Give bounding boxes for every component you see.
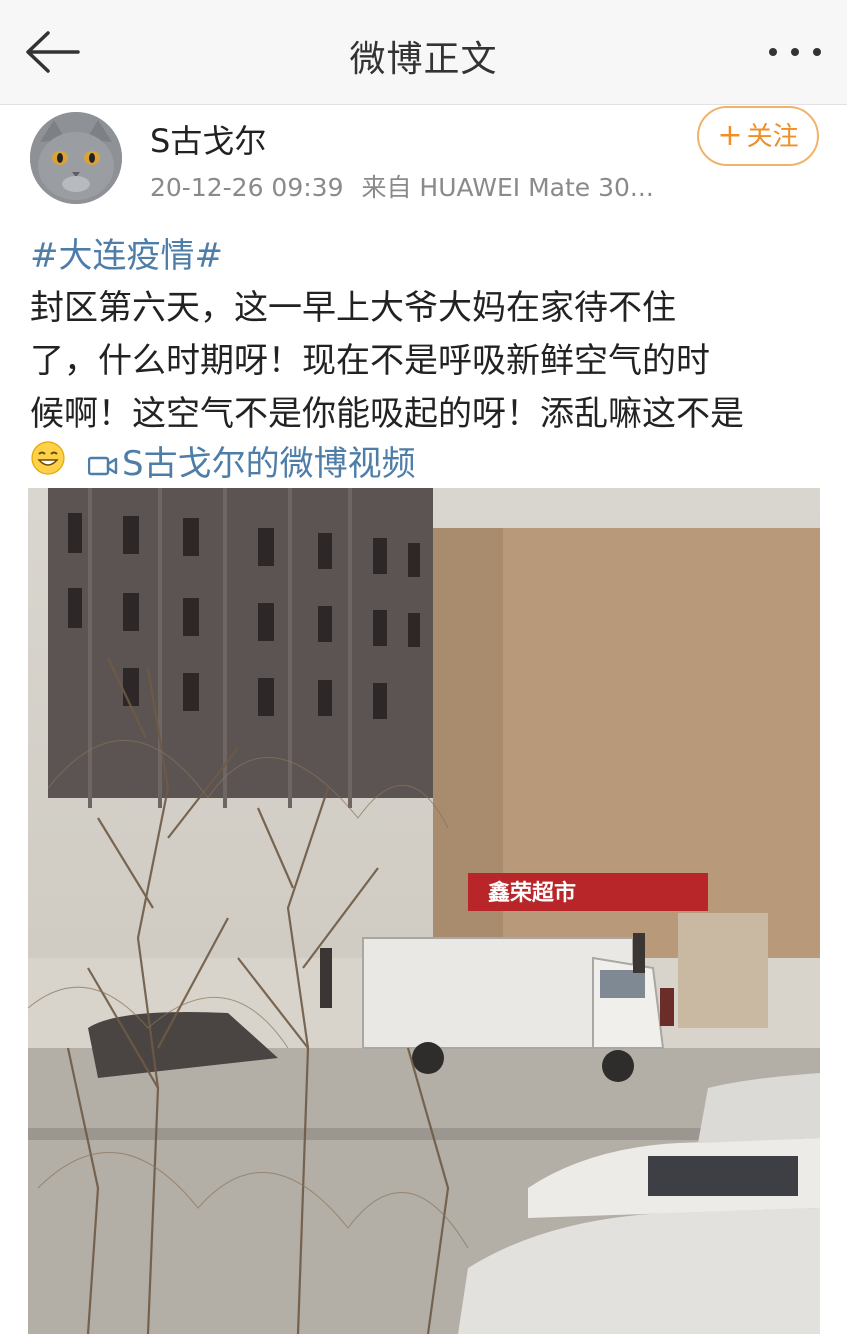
hashtag-link[interactable]: #大连疫情# bbox=[30, 228, 223, 277]
cat-avatar-icon bbox=[30, 112, 122, 204]
username[interactable]: S古戈尔 bbox=[150, 116, 266, 162]
video-camera-icon bbox=[88, 456, 118, 475]
post-text-line: 了，什么时期呀！现在不是呼吸新鲜空气的时 bbox=[30, 341, 710, 381]
page-title: 微博正文 bbox=[349, 39, 498, 80]
post-photo[interactable]: 鑫荣超市 bbox=[28, 488, 820, 1334]
more-dots-icon[interactable] bbox=[765, 36, 825, 68]
post-meta: 20-12-26 09:39 来自 HUAWEI Mate 30... bbox=[150, 168, 654, 204]
post-body: 封区第六天，这一早上大爷大妈在家待不住 了，什么时期呀！现在不是呼吸新鲜空气的时… bbox=[30, 282, 830, 441]
avatar[interactable] bbox=[30, 112, 122, 204]
store-sign-text: 鑫荣超市 bbox=[488, 880, 576, 906]
video-link-text: S古戈尔的微博视频 bbox=[122, 444, 416, 484]
post-text-line: 候啊！这空气不是你能吸起的呀！添乱嘛这不是 bbox=[30, 394, 744, 434]
post-timestamp: 20-12-26 09:39 bbox=[150, 173, 344, 202]
plus-icon: + bbox=[717, 118, 743, 153]
video-link[interactable]: S古戈尔的微博视频 bbox=[88, 436, 416, 485]
nav-bar: 微博正文 bbox=[0, 0, 847, 105]
street-scene-image: 鑫荣超市 bbox=[28, 488, 820, 1334]
post-source: 来自 HUAWEI Mate 30... bbox=[361, 173, 654, 202]
follow-label: 关注 bbox=[746, 122, 799, 152]
post-text-line: 封区第六天，这一早上大爷大妈在家待不住 bbox=[30, 288, 676, 328]
follow-button[interactable]: + 关注 bbox=[697, 106, 819, 166]
grinning-emoji-icon bbox=[31, 441, 65, 475]
